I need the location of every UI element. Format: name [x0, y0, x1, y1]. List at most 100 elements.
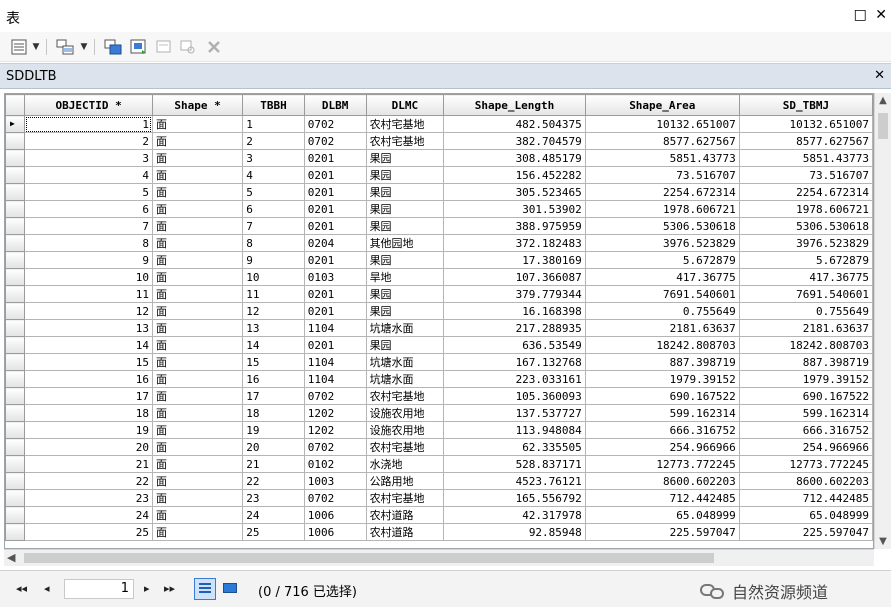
table-row[interactable]: 18 面 18 1202 设施农用地 137.537727 599.162314 599.16… [5, 404, 873, 422]
table-cell[interactable]: 25 [242, 523, 305, 541]
table-cell[interactable]: 9 [24, 251, 153, 269]
table-cell[interactable]: 0702 [303, 115, 367, 133]
table-cell[interactable]: 0201 [303, 302, 367, 320]
row-selector[interactable] [5, 319, 26, 337]
table-cell[interactable]: 167.132768 [443, 353, 586, 371]
table-cell[interactable]: 15 [24, 353, 153, 371]
table-cell[interactable]: 18242.808703 [738, 336, 873, 354]
table-cell[interactable]: 15 [242, 353, 305, 371]
table-row[interactable]: 4 面 4 0201 果园 156.452282 73.516707 73.516707 [5, 166, 873, 184]
row-selector[interactable] [5, 234, 26, 252]
table-cell[interactable]: 65.048999 [584, 506, 740, 524]
table-cell[interactable]: 面 [151, 489, 244, 507]
table-cell[interactable]: 0702 [303, 489, 367, 507]
table-cell[interactable]: 10132.651007 [584, 115, 740, 133]
table-cell[interactable]: 果园 [365, 285, 445, 303]
table-cell[interactable]: 7 [242, 217, 305, 235]
table-cell[interactable]: 果园 [365, 183, 445, 201]
table-cell[interactable]: 坑塘水面 [365, 353, 445, 371]
table-cell[interactable]: 2 [24, 132, 153, 150]
table-row[interactable]: 13 面 13 1104 坑塘水面 217.288935 2181.63637 2181.63… [5, 319, 873, 337]
table-cell[interactable]: 0201 [303, 149, 367, 167]
table-cell[interactable]: 5.672879 [738, 251, 873, 269]
table-cell[interactable]: 20 [242, 438, 305, 456]
table-cell[interactable]: 0102 [303, 455, 367, 473]
table-cell[interactable]: 1979.39152 [738, 370, 873, 388]
table-cell[interactable]: 面 [151, 149, 244, 167]
table-cell[interactable]: 0702 [303, 438, 367, 456]
table-cell[interactable]: 面 [151, 472, 244, 490]
table-cell[interactable]: 11 [242, 285, 305, 303]
row-selector[interactable] [5, 217, 26, 235]
table-cell[interactable]: 1979.39152 [584, 370, 740, 388]
table-cell[interactable]: 面 [151, 183, 244, 201]
row-selector[interactable] [5, 506, 26, 524]
select-by-attributes-icon[interactable] [102, 37, 124, 57]
table-cell[interactable]: 面 [151, 523, 244, 541]
table-cell[interactable]: 果园 [365, 251, 445, 269]
table-cell[interactable]: 712.442485 [584, 489, 740, 507]
table-cell[interactable]: 6 [24, 200, 153, 218]
table-cell[interactable]: 92.85948 [443, 523, 586, 541]
table-cell[interactable]: 12773.772245 [738, 455, 873, 473]
table-row[interactable]: 11 面 11 0201 果园 379.779344 7691.540601 7691.540… [5, 285, 873, 303]
row-selector[interactable] [5, 421, 26, 439]
row-selector[interactable] [5, 285, 26, 303]
table-cell[interactable]: 面 [151, 353, 244, 371]
table-cell[interactable]: 8577.627567 [738, 132, 873, 150]
table-cell[interactable]: 0201 [303, 336, 367, 354]
table-row[interactable]: 10 面 10 0103 旱地 107.366087 417.36775 417.36775 [5, 268, 873, 286]
row-selector[interactable] [5, 336, 26, 354]
table-cell[interactable]: 果园 [365, 200, 445, 218]
table-cell[interactable]: 面 [151, 387, 244, 405]
table-cell[interactable]: 面 [151, 421, 244, 439]
row-selector[interactable] [5, 132, 26, 150]
row-selector[interactable] [5, 404, 26, 422]
table-cell[interactable]: 21 [24, 455, 153, 473]
table-cell[interactable]: 528.837171 [443, 455, 586, 473]
table-cell[interactable]: 301.53902 [443, 200, 586, 218]
table-cell[interactable]: 12 [24, 302, 153, 320]
table-cell[interactable]: 0201 [303, 183, 367, 201]
table-cell[interactable]: 10 [24, 268, 153, 286]
table-cell[interactable]: 24 [24, 506, 153, 524]
table-options-icon[interactable] [8, 37, 30, 57]
current-record-input[interactable]: 1 [64, 579, 134, 599]
table-cell[interactable]: 105.360093 [443, 387, 586, 405]
table-cell[interactable]: 3 [242, 149, 305, 167]
table-tab[interactable]: SDDLTB ✕ [0, 63, 891, 89]
table-cell[interactable]: 0201 [303, 166, 367, 184]
table-cell[interactable]: 0204 [303, 234, 367, 252]
table-cell[interactable]: 8577.627567 [584, 132, 740, 150]
table-cell[interactable]: 0201 [303, 285, 367, 303]
table-cell[interactable]: 305.523465 [443, 183, 586, 201]
table-cell[interactable]: 308.485179 [443, 149, 586, 167]
column-header[interactable]: TBBH [242, 94, 305, 116]
row-selector[interactable] [5, 472, 26, 490]
table-cell[interactable]: 0702 [303, 132, 367, 150]
table-cell[interactable]: 1104 [303, 319, 367, 337]
table-cell[interactable]: 0201 [303, 200, 367, 218]
row-selector[interactable] [5, 523, 26, 541]
table-row[interactable]: 12 面 12 0201 果园 16.168398 0.755649 0.755649 [5, 302, 873, 320]
table-cell[interactable]: 1006 [303, 506, 367, 524]
table-cell[interactable]: 5.672879 [584, 251, 740, 269]
table-cell[interactable]: 12 [242, 302, 305, 320]
table-cell[interactable]: 73.516707 [738, 166, 873, 184]
close-icon[interactable]: ✕ [874, 68, 885, 83]
table-cell[interactable]: 20 [24, 438, 153, 456]
table-cell[interactable]: 2181.63637 [584, 319, 740, 337]
column-header[interactable]: OBJECTID * [24, 94, 153, 116]
table-cell[interactable]: 1006 [303, 523, 367, 541]
table-cell[interactable]: 5 [24, 183, 153, 201]
row-selector[interactable] [5, 268, 26, 286]
table-cell[interactable]: 5851.43773 [584, 149, 740, 167]
table-cell[interactable]: 113.948084 [443, 421, 586, 439]
table-cell[interactable]: 1202 [303, 421, 367, 439]
table-cell[interactable]: 223.033161 [443, 370, 586, 388]
table-cell[interactable]: 21 [242, 455, 305, 473]
table-row[interactable]: 24 面 24 1006 农村道路 42.317978 65.048999 65.048999 [5, 506, 873, 524]
table-cell[interactable]: 14 [242, 336, 305, 354]
table-cell[interactable]: 面 [151, 506, 244, 524]
table-cell[interactable]: 636.53549 [443, 336, 586, 354]
